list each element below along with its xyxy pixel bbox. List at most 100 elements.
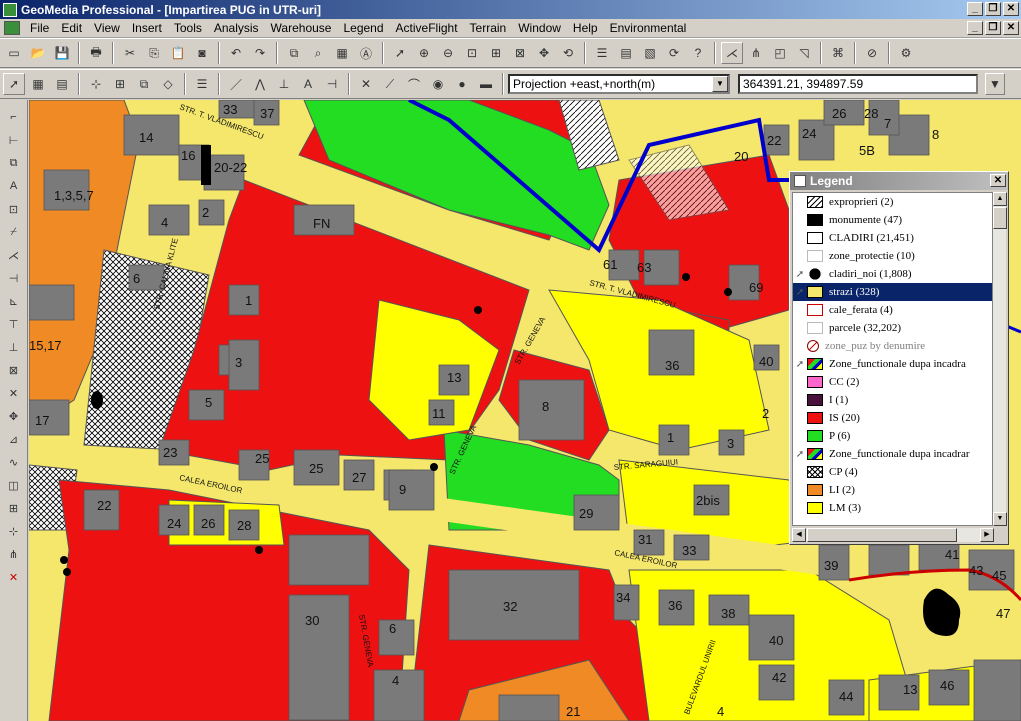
diagonal-icon[interactable]: ⟋	[379, 73, 401, 95]
cross-icon[interactable]: ✕	[355, 73, 377, 95]
print-icon[interactable]: 🖶	[85, 42, 107, 64]
trim-icon[interactable]: ◹	[793, 42, 815, 64]
merge-icon[interactable]: ⊞	[3, 497, 25, 519]
split-line-icon[interactable]: ⊥	[3, 336, 25, 358]
style-icon[interactable]: ▧	[639, 42, 661, 64]
legend-entry[interactable]: monumente (47)	[793, 211, 993, 229]
restore-button[interactable]: ❐	[985, 2, 1001, 16]
align-icon[interactable]: ◫	[3, 474, 25, 496]
circle-icon[interactable]: ◉	[427, 73, 449, 95]
vertex-icon[interactable]: ⊥	[273, 73, 295, 95]
continue-geometry-icon[interactable]: ◇	[157, 73, 179, 95]
doc-minimize-button[interactable]: _	[967, 21, 983, 35]
insert-point-icon[interactable]: ⊹	[85, 73, 107, 95]
extend-icon[interactable]: ⊾	[3, 290, 25, 312]
insert-vertex-icon[interactable]: ⊣	[321, 73, 343, 95]
projection-select[interactable]: Projection +east,+north(m) ▼	[508, 74, 730, 94]
menu-terrain[interactable]: Terrain	[464, 21, 513, 35]
menu-help[interactable]: Help	[567, 21, 604, 35]
menu-file[interactable]: File	[24, 21, 55, 35]
scroll-up-icon[interactable]: ▲	[993, 192, 1007, 206]
legend-entry[interactable]: parcele (32,202)	[793, 319, 993, 337]
select-set-icon[interactable]: ▦	[27, 73, 49, 95]
scroll-thumb[interactable]	[993, 207, 1007, 229]
select-icon[interactable]: ➚	[389, 42, 411, 64]
menu-view[interactable]: View	[88, 21, 126, 35]
copy-icon[interactable]: ⎘	[143, 42, 165, 64]
snapshot-icon[interactable]: ◙	[191, 42, 213, 64]
menu-edit[interactable]: Edit	[55, 21, 88, 35]
insert-feature-icon[interactable]: ⊞	[109, 73, 131, 95]
arc-icon[interactable]: ⌒	[403, 73, 425, 95]
chevron-down-icon[interactable]: ▼	[712, 76, 728, 92]
fit-icon[interactable]: ⊠	[509, 42, 531, 64]
polyline-icon[interactable]: ⋀	[249, 73, 271, 95]
legend-entry[interactable]: CC (2)	[793, 373, 993, 391]
menu-environmental[interactable]: Environmental	[604, 21, 693, 35]
menu-activeflight[interactable]: ActiveFlight	[390, 21, 464, 35]
text-label-icon[interactable]: A	[3, 175, 25, 197]
text-icon[interactable]: Ⓐ	[355, 42, 377, 64]
scroll-right-icon[interactable]: ▶	[980, 528, 994, 542]
coordinate-dropdown-icon[interactable]: ▼	[985, 73, 1005, 95]
undo-icon[interactable]: ↶	[225, 42, 247, 64]
legend-entry[interactable]: ➚ Zone_functionale dupa incadra	[793, 355, 993, 373]
legend-entry[interactable]: P (6)	[793, 427, 993, 445]
pan-icon[interactable]: ✥	[533, 42, 555, 64]
display-props-icon[interactable]: ▤	[615, 42, 637, 64]
legend-titlebar[interactable]: Legend ✕	[790, 172, 1008, 190]
digitize-icon[interactable]: ⋌	[721, 42, 743, 64]
smooth-icon[interactable]: ∿	[3, 451, 25, 473]
scale-icon[interactable]: ⊿	[3, 428, 25, 450]
menu-warehouse[interactable]: Warehouse	[265, 21, 338, 35]
legend-entry[interactable]: LM (3)	[793, 499, 993, 517]
menu-analysis[interactable]: Analysis	[208, 21, 265, 35]
label-icon[interactable]: A	[297, 73, 319, 95]
delete-vertex-icon[interactable]: ✕	[3, 382, 25, 404]
menu-window[interactable]: Window	[512, 21, 567, 35]
fit-all-icon[interactable]: ⊞	[485, 42, 507, 64]
route-icon[interactable]: ⌿	[3, 221, 25, 243]
gear-icon[interactable]: ⚙	[895, 42, 917, 64]
menu-legend[interactable]: Legend	[337, 21, 389, 35]
cancel-icon[interactable]: ⊘	[861, 42, 883, 64]
cut-icon[interactable]: ✂	[119, 42, 141, 64]
snap-icon[interactable]: ⊠	[3, 359, 25, 381]
legend-entry[interactable]: CP (4)	[793, 463, 993, 481]
legend-entry[interactable]: I (1)	[793, 391, 993, 409]
new-document-icon[interactable]: ▭	[3, 42, 25, 64]
label-props-icon[interactable]: ⊡	[3, 198, 25, 220]
previous-view-icon[interactable]: ⟲	[557, 42, 579, 64]
redo-icon[interactable]: ↷	[249, 42, 271, 64]
copy-feature-icon[interactable]: ⧉	[133, 73, 155, 95]
scroll-down-icon[interactable]: ▼	[993, 512, 1007, 526]
open-icon[interactable]: 📂	[27, 42, 49, 64]
query-icon[interactable]: ⌕	[307, 42, 329, 64]
legend-entry[interactable]: exproprieri (2)	[793, 193, 993, 211]
scroll-thumb[interactable]	[807, 528, 957, 542]
layer-icon[interactable]: ⧉	[283, 42, 305, 64]
close-icon[interactable]: ✕	[990, 174, 1006, 187]
trim-line-icon[interactable]: ⊤	[3, 313, 25, 335]
split-icon[interactable]: ⋔	[745, 42, 767, 64]
properties-icon[interactable]: ☰	[591, 42, 613, 64]
move-icon[interactable]: ⧉	[3, 152, 25, 174]
line-icon[interactable]: ／	[225, 73, 247, 95]
insert-area-icon[interactable]: ⌐	[3, 106, 25, 128]
feature-props-icon[interactable]: ☰	[191, 73, 213, 95]
save-icon[interactable]: 💾	[51, 42, 73, 64]
legend-entry[interactable]: IS (20)	[793, 409, 993, 427]
legend-entry[interactable]: LI (2)	[793, 481, 993, 499]
rectangle-icon[interactable]: ▬	[475, 73, 497, 95]
legend-window[interactable]: Legend ✕ exproprieri (2) monumente (47) CL…	[789, 171, 1009, 545]
topology-icon[interactable]: ⌘	[827, 42, 849, 64]
continue-line-icon[interactable]: ⊣	[3, 267, 25, 289]
zoom-in-icon[interactable]: ⊕	[413, 42, 435, 64]
edit-geom-icon[interactable]: ◰	[769, 42, 791, 64]
document-icon[interactable]	[4, 21, 20, 35]
refresh-icon[interactable]: ⟳	[663, 42, 685, 64]
legend-entry[interactable]: ➚ strazi (328)	[793, 283, 993, 301]
legend-entry[interactable]: zone_protectie (10)	[793, 247, 993, 265]
legend-entry[interactable]: cale_ferata (4)	[793, 301, 993, 319]
arrow-select-icon[interactable]: ➚	[3, 73, 25, 95]
